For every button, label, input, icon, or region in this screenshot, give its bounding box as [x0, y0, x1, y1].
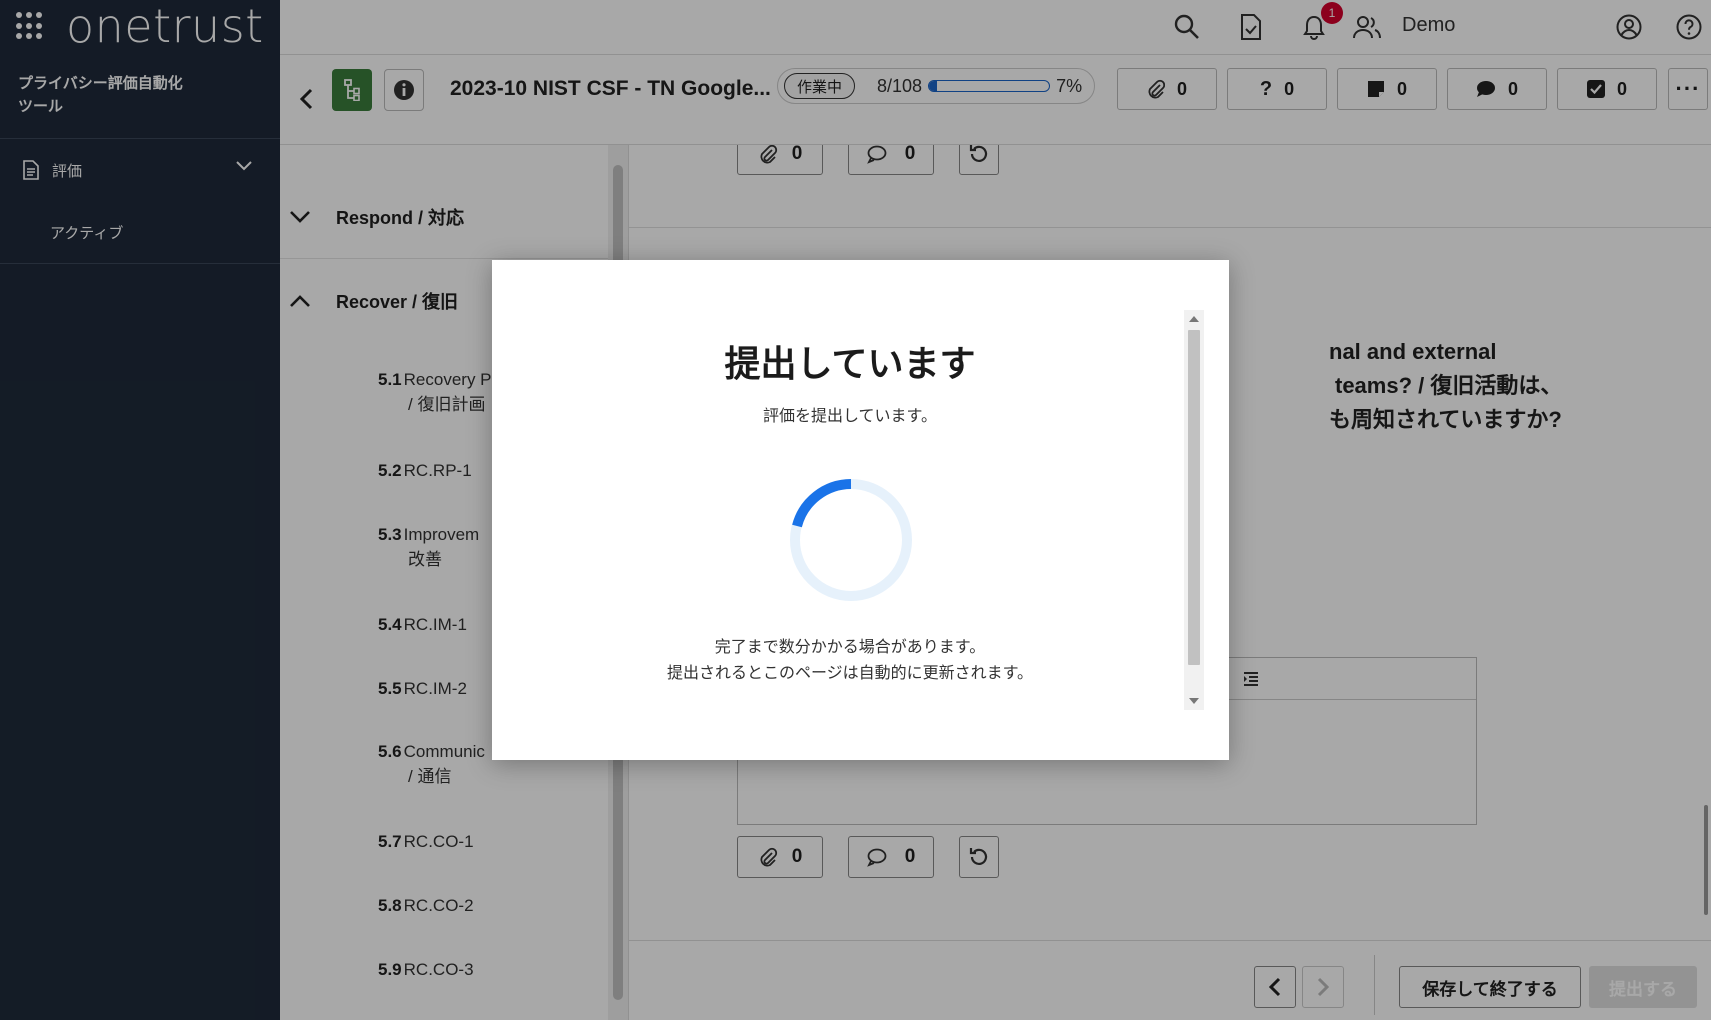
submitting-dialog: 提出しています 評価を提出しています。 完了まで数分かかる場合があります。 提出… — [492, 260, 1229, 760]
dialog-note-line2: 提出されるとこのページは自動的に更新されます。 — [666, 665, 1034, 682]
dialog-scrollbar-thumb[interactable] — [1188, 330, 1200, 665]
scroll-down-arrow-icon[interactable] — [1189, 698, 1199, 704]
dialog-scrollbar[interactable] — [1184, 310, 1204, 710]
dialog-title: 提出しています — [724, 343, 976, 384]
scroll-up-arrow-icon[interactable] — [1189, 316, 1199, 322]
dialog-note-line1: 完了まで数分かかる場合があります。 — [714, 639, 986, 656]
dialog-subtitle: 評価を提出しています。 — [763, 408, 937, 425]
loading-spinner-icon — [790, 479, 912, 601]
dialog-note: 完了まで数分かかる場合があります。 提出されるとこのページは自動的に更新されます… — [492, 635, 1208, 687]
